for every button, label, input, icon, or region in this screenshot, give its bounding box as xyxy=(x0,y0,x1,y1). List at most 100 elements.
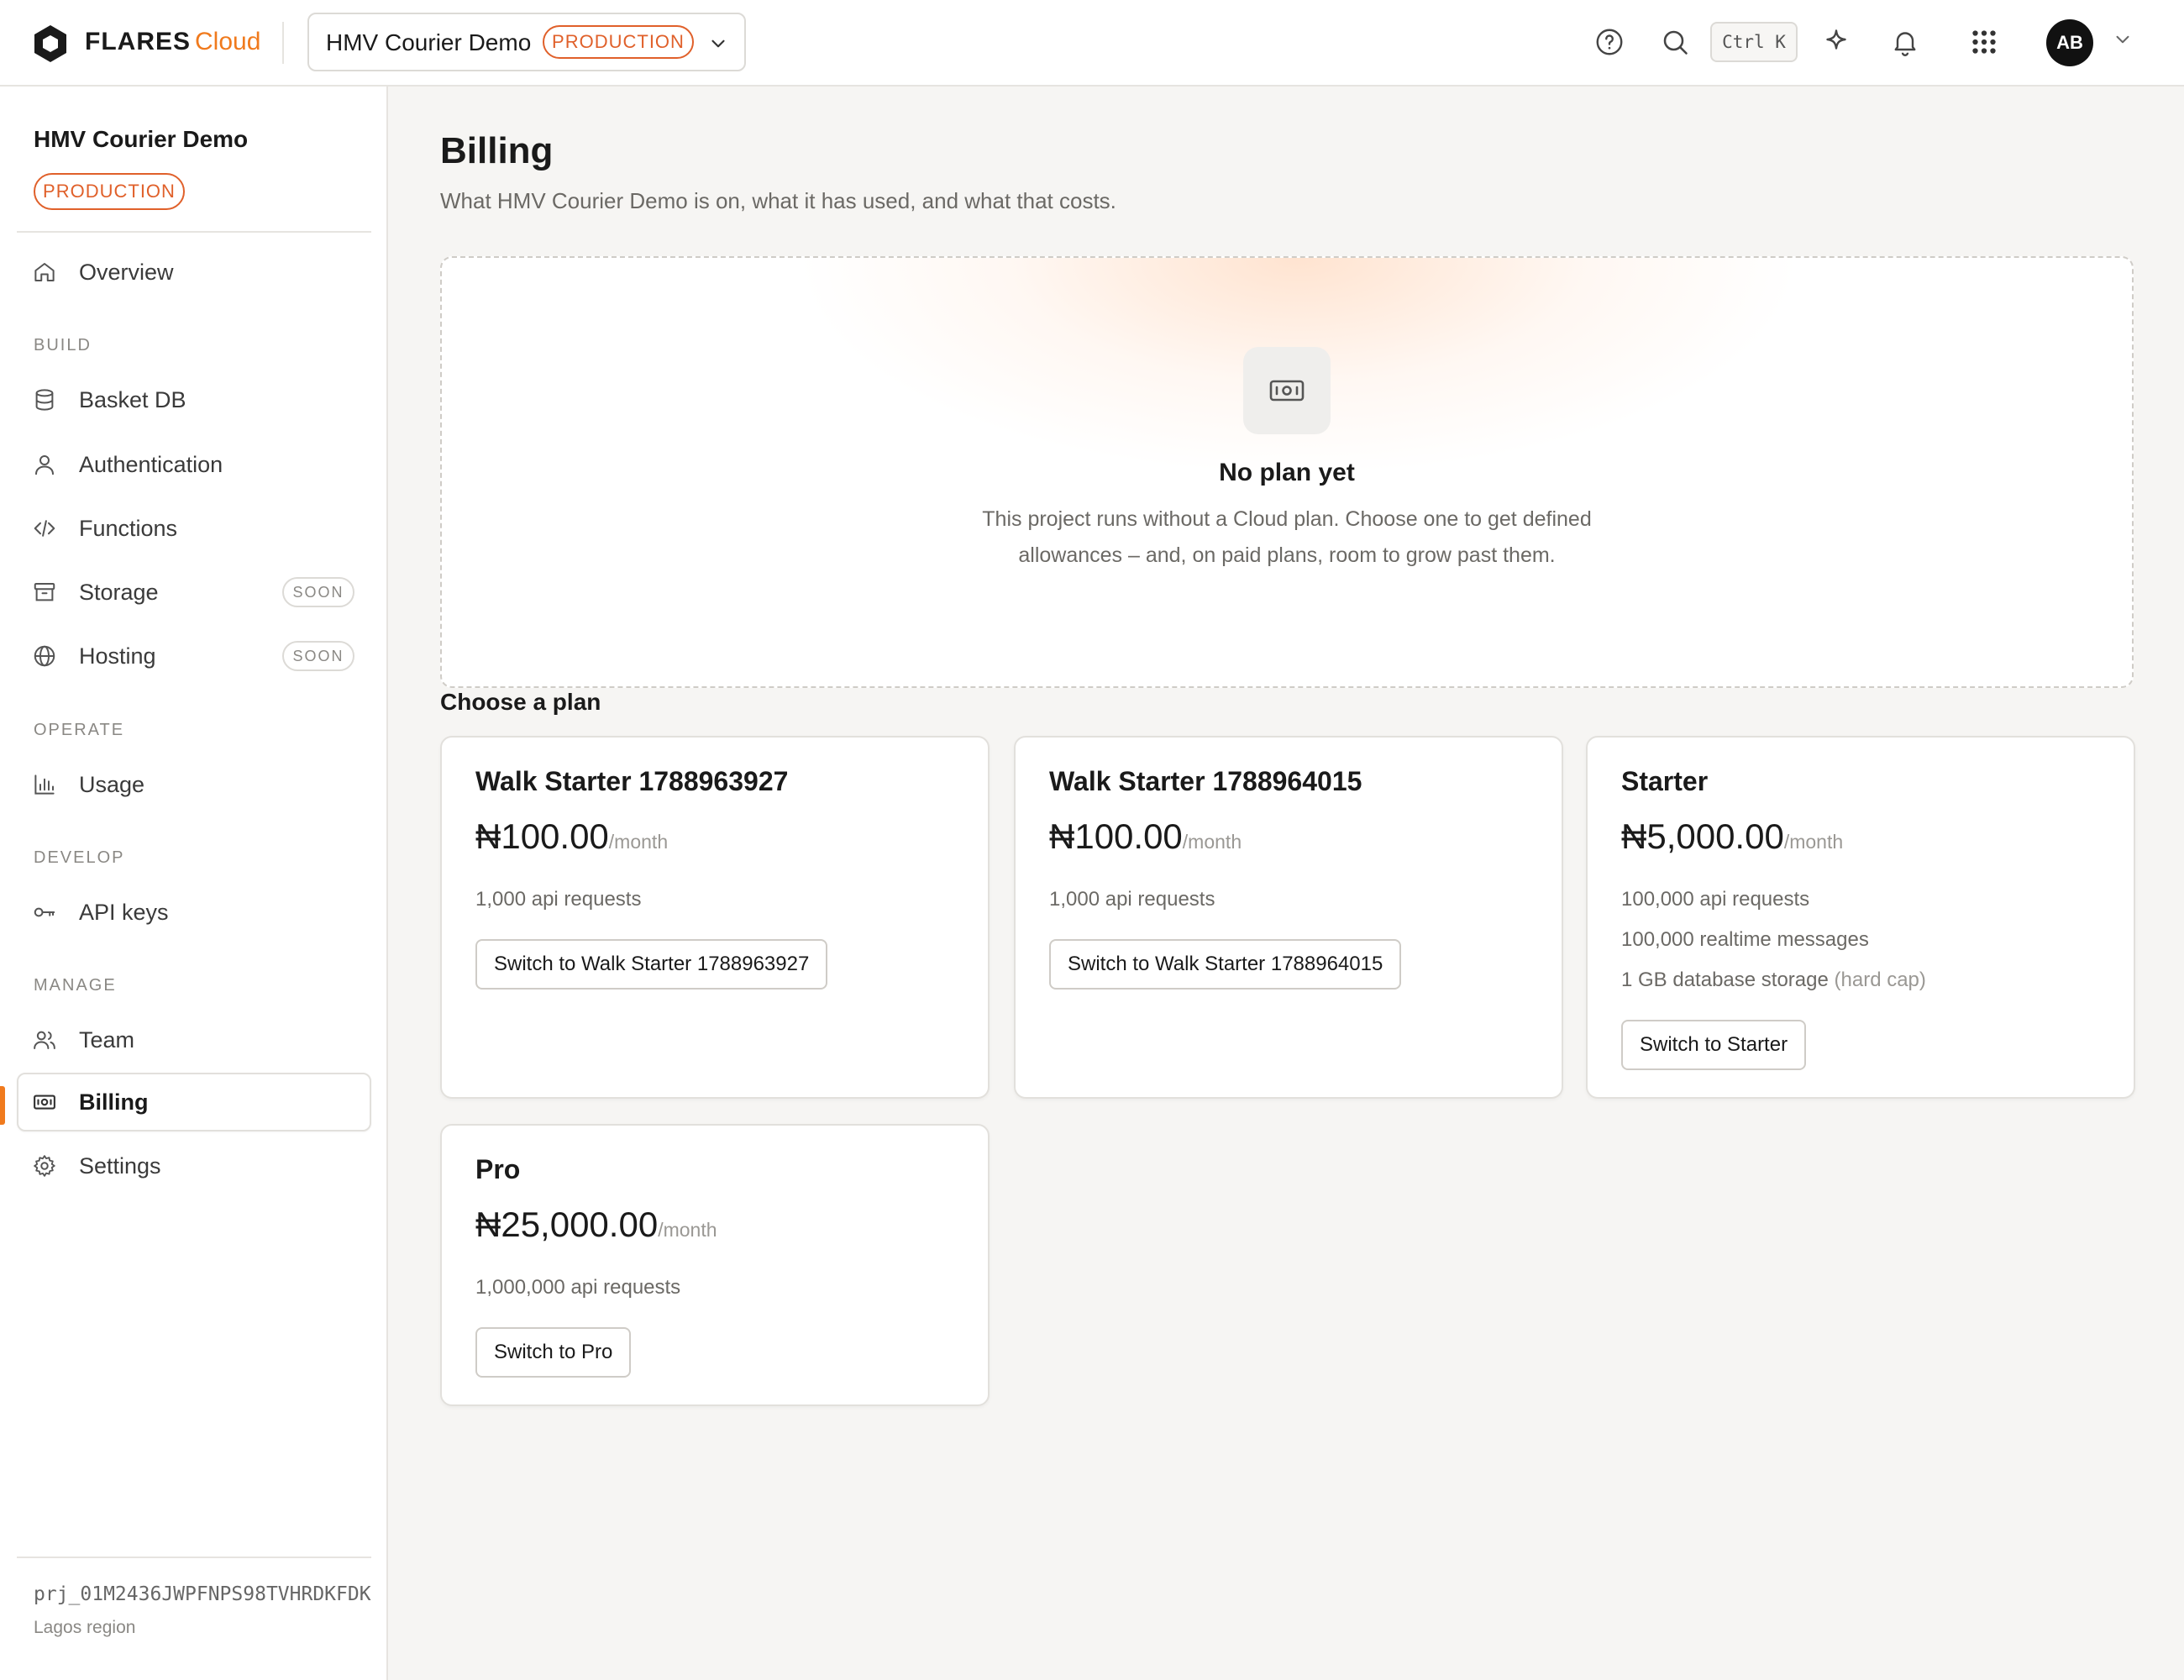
choose-plan-heading: Choose a plan xyxy=(440,689,601,715)
globe-icon xyxy=(34,645,55,667)
plan-price-period: /month xyxy=(658,1219,717,1241)
switch-plan-button[interactable]: Switch to Starter xyxy=(1621,1020,1807,1070)
sidebar-section-manage: MANAGE xyxy=(34,976,117,995)
switch-plan-button[interactable]: Switch to Pro xyxy=(475,1327,632,1378)
sidebar-item-label: Basket DB xyxy=(79,387,186,412)
soon-badge: SOON xyxy=(282,641,354,671)
sidebar-item-basket-db[interactable]: Basket DB xyxy=(17,370,371,429)
plan-card: Starter ₦5,000.00/month 100,000 api requ… xyxy=(1586,736,2135,1099)
sidebar-item-label: API keys xyxy=(79,900,169,925)
sidebar-item-label: Hosting xyxy=(79,643,156,669)
flares-logo-icon[interactable] xyxy=(32,24,69,64)
sidebar-divider xyxy=(17,1557,371,1558)
sidebar-project-name: HMV Courier Demo xyxy=(34,126,249,152)
plan-price-amount: ₦100.00 xyxy=(1049,816,1183,856)
chevron-down-icon xyxy=(711,39,725,48)
plan-feature: 1,000,000 api requests xyxy=(475,1276,681,1299)
no-plan-card: No plan yet This project runs without a … xyxy=(440,256,2134,688)
chevron-down-icon[interactable] xyxy=(2112,29,2134,50)
plan-price-amount: ₦100.00 xyxy=(475,816,609,856)
soon-badge: SOON xyxy=(282,577,354,607)
plan-name: Pro xyxy=(475,1154,521,1184)
help-icon[interactable] xyxy=(1594,27,1625,57)
brand-name[interactable]: FLARES xyxy=(85,25,191,59)
plan-price-period: /month xyxy=(1783,831,1844,853)
plan-name: Walk Starter 1788963927 xyxy=(475,766,789,796)
home-icon xyxy=(34,263,55,281)
plan-name: Walk Starter 1788964015 xyxy=(1049,766,1362,796)
sidebar-section-build: BUILD xyxy=(34,336,92,354)
plan-feature-note: (hard cap) xyxy=(1834,969,1926,991)
switch-plan-button[interactable]: Switch to Walk Starter 1788964015 xyxy=(1049,939,1402,990)
plan-price: ₦100.00/month xyxy=(1049,816,1242,857)
switch-plan-button[interactable]: Switch to Walk Starter 1788963927 xyxy=(475,939,828,990)
bell-icon[interactable] xyxy=(1890,27,1920,57)
plan-card: Pro ₦25,000.00/month 1,000,000 api reque… xyxy=(440,1124,990,1406)
plan-card: Walk Starter 1788964015 ₦100.00/month 1,… xyxy=(1014,736,1563,1099)
sidebar-item-storage[interactable]: Storage SOON xyxy=(17,563,371,622)
plan-price-period: /month xyxy=(1182,831,1242,853)
plan-card: Walk Starter 1788963927 ₦100.00/month 1,… xyxy=(440,736,990,1099)
archive-icon xyxy=(34,583,55,601)
empty-state-description: This project runs without a Cloud plan. … xyxy=(982,507,1592,567)
plan-feature-text: 1 GB database storage xyxy=(1621,969,1829,991)
code-icon xyxy=(34,520,55,537)
sidebar-item-label: Authentication xyxy=(79,452,223,477)
key-icon xyxy=(34,907,55,917)
apps-grid-icon[interactable] xyxy=(1969,27,1999,57)
project-id[interactable]: prj_01M2436JWPFNPS98TVHRDKFDK xyxy=(34,1582,371,1607)
users-icon xyxy=(34,1031,55,1049)
topbar-divider xyxy=(282,22,284,64)
page-title: Billing xyxy=(440,130,554,171)
sidebar-item-usage[interactable]: Usage xyxy=(17,755,371,814)
sidebar-item-label: Usage xyxy=(79,772,145,797)
project-region: Lagos region xyxy=(34,1618,136,1637)
sidebar-item-hosting[interactable]: Hosting SOON xyxy=(17,627,371,685)
plan-feature: 1,000 api requests xyxy=(475,888,642,911)
sidebar-item-label: Storage xyxy=(79,580,159,605)
sidebar-item-billing[interactable]: Billing xyxy=(17,1073,371,1131)
banknote-icon xyxy=(1269,380,1305,402)
plan-feature: 100,000 realtime messages xyxy=(1621,928,1869,951)
command-palette-shortcut[interactable]: Ctrl K xyxy=(1710,22,1798,62)
plan-price: ₦5,000.00/month xyxy=(1621,816,1843,857)
sidebar-section-operate: OPERATE xyxy=(34,721,125,739)
sparkle-icon[interactable] xyxy=(1821,27,1851,57)
gear-icon xyxy=(34,1155,55,1177)
sidebar-section-develop: DEVELOP xyxy=(34,848,125,867)
plan-feature: 1 GB database storage (hard cap) xyxy=(1621,968,1926,993)
sidebar-item-overview[interactable]: Overview xyxy=(17,243,371,302)
top-bar: FLARES Cloud HMV Courier Demo PRODUCTION… xyxy=(0,0,2184,87)
bar-chart-icon xyxy=(34,774,55,795)
sidebar-item-label: Billing xyxy=(79,1089,149,1115)
sidebar: HMV Courier Demo PRODUCTION Overview BUI… xyxy=(0,87,388,1680)
plan-feature: 1,000 api requests xyxy=(1049,888,1215,911)
active-nav-indicator xyxy=(0,1086,5,1125)
sidebar-item-authentication[interactable]: Authentication xyxy=(17,435,371,494)
empty-state-title: No plan yet xyxy=(1219,459,1355,486)
project-switcher[interactable]: HMV Courier Demo PRODUCTION xyxy=(307,13,746,71)
environment-badge: PRODUCTION xyxy=(543,25,694,59)
sidebar-item-functions[interactable]: Functions xyxy=(17,499,371,558)
page-subtitle: What HMV Courier Demo is on, what it has… xyxy=(440,188,1116,213)
sidebar-divider xyxy=(17,231,371,233)
sidebar-item-settings[interactable]: Settings xyxy=(17,1137,371,1195)
sidebar-item-api-keys[interactable]: API keys xyxy=(17,883,371,942)
sidebar-item-label: Team xyxy=(79,1027,135,1053)
search-icon[interactable] xyxy=(1660,27,1690,57)
plan-price: ₦25,000.00/month xyxy=(475,1205,717,1245)
plan-price-period: /month xyxy=(608,831,669,853)
sidebar-item-label: Functions xyxy=(79,516,178,541)
plan-price-amount: ₦5,000.00 xyxy=(1621,816,1784,856)
sidebar-item-label: Overview xyxy=(79,260,174,285)
brand-cloud-label: Cloud xyxy=(195,28,261,55)
empty-state-icon-box xyxy=(1243,347,1331,434)
user-icon xyxy=(35,455,54,475)
user-avatar[interactable]: AB xyxy=(2046,19,2093,66)
banknote-icon xyxy=(34,1095,55,1110)
sidebar-item-team[interactable]: Team xyxy=(17,1011,371,1069)
environment-badge: PRODUCTION xyxy=(34,173,185,210)
plan-name: Starter xyxy=(1621,766,1709,796)
plan-price: ₦100.00/month xyxy=(475,816,668,857)
sidebar-item-label: Settings xyxy=(79,1153,161,1179)
